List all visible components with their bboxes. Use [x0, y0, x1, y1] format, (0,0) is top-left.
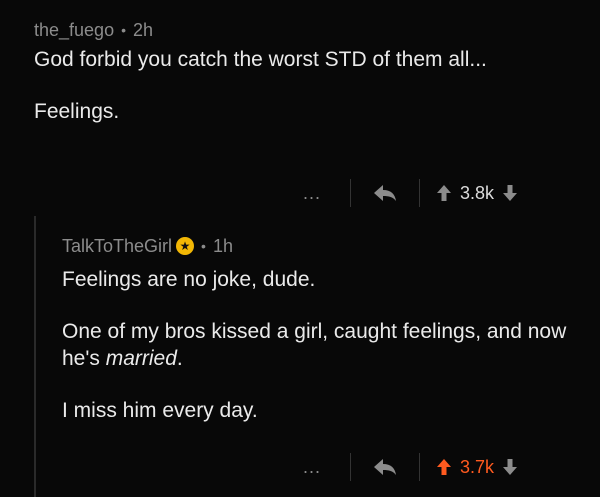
meta-separator: • — [121, 22, 126, 38]
comment-paragraph: Feelings. — [34, 100, 120, 123]
divider — [350, 179, 351, 207]
divider — [350, 453, 351, 481]
reply-meta: TalkToTheGirl • 1h — [62, 234, 592, 258]
reply-paragraph: I miss him every day. — [62, 399, 258, 422]
reply-action-bar: ... 3.7k — [292, 452, 518, 482]
more-options-button[interactable]: ... — [292, 183, 332, 204]
meta-separator: • — [201, 238, 206, 254]
comment-body: God forbid you catch the worst STD of th… — [34, 46, 594, 125]
upvote-arrow-icon — [437, 459, 451, 475]
comment-time: 2h — [132, 19, 154, 40]
downvote-button[interactable] — [502, 458, 518, 476]
reply-score: 3.7k — [460, 456, 495, 477]
reply-emphasis: married — [105, 347, 177, 370]
divider — [419, 179, 420, 207]
reply-body: Feelings are no joke, dude. One of my br… — [62, 266, 592, 424]
thread-line[interactable] — [34, 216, 36, 497]
downvote-button[interactable] — [502, 184, 518, 202]
award-icon[interactable] — [176, 237, 195, 255]
downvote-arrow-icon — [503, 459, 518, 475]
reply-button[interactable] — [373, 184, 397, 202]
upvote-button[interactable] — [436, 458, 452, 476]
upvote-button[interactable] — [436, 184, 452, 202]
more-options-button[interactable]: ... — [292, 457, 332, 478]
reply-text: . — [176, 347, 183, 370]
reply-button[interactable] — [373, 458, 397, 476]
comment-author[interactable]: the_fuego — [34, 20, 114, 41]
reply-icon — [374, 185, 396, 201]
upvote-arrow-icon — [437, 185, 451, 201]
reply-comment: TalkToTheGirl • 1h Feelings are no joke,… — [62, 234, 592, 424]
reply-icon — [374, 459, 396, 475]
comment: the_fuego • 2h God forbid you catch the … — [34, 18, 594, 125]
reply-paragraph: One of my bros kissed a girl, caught fee… — [62, 318, 592, 372]
comment-action-bar: ... 3.8k — [292, 178, 518, 208]
comment-meta: the_fuego • 2h — [34, 18, 594, 42]
reply-author[interactable]: TalkToTheGirl — [62, 236, 172, 257]
comment-score: 3.8k — [460, 182, 495, 203]
downvote-arrow-icon — [503, 185, 518, 201]
divider — [419, 453, 420, 481]
reply-paragraph: Feelings are no joke, dude. — [62, 268, 316, 291]
reply-time: 1h — [212, 235, 233, 256]
comment-paragraph: God forbid you catch the worst STD of th… — [34, 48, 487, 71]
